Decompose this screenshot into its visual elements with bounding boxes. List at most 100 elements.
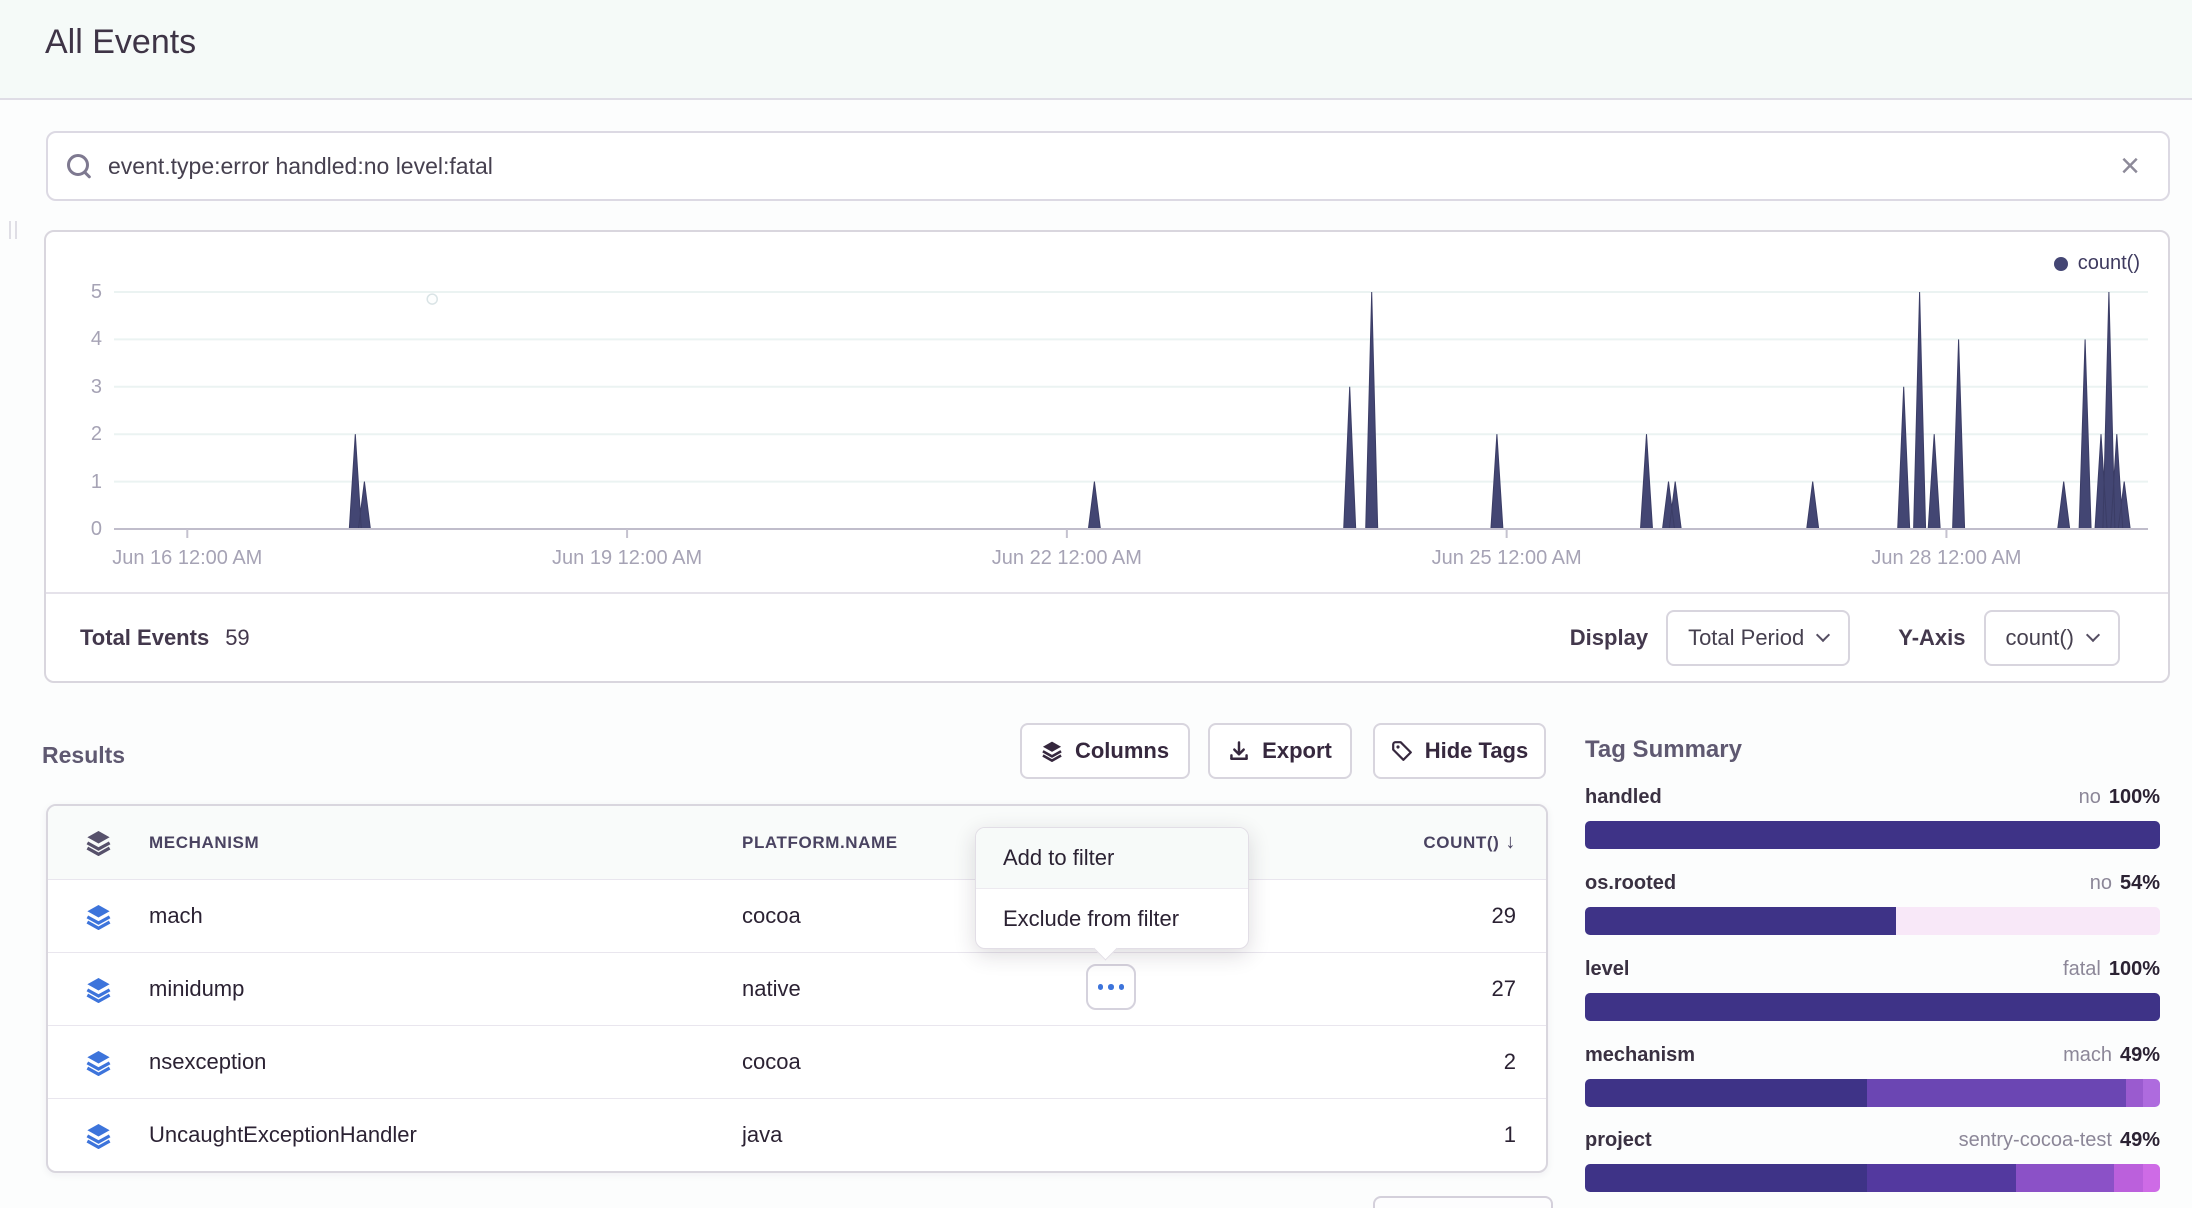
tag-bar-segment[interactable]: [1585, 993, 2160, 1021]
column-header-mechanism[interactable]: MECHANISM: [149, 833, 742, 853]
search-input[interactable]: event.type:error handled:no level:fatal: [108, 153, 2120, 180]
cell-count[interactable]: 1: [1242, 1122, 1546, 1148]
stack-icon: [48, 829, 149, 856]
cell-count[interactable]: 2: [1242, 1049, 1546, 1075]
page-title: All Events: [45, 22, 196, 62]
stack-icon: [1041, 740, 1063, 762]
cell-mechanism[interactable]: mach: [149, 903, 742, 929]
tag-bar-segment[interactable]: [1585, 1079, 1867, 1107]
cell-mechanism[interactable]: UncaughtExceptionHandler: [149, 1122, 742, 1148]
tag-bar-segment[interactable]: [1585, 907, 1896, 935]
chevron-down-icon: [1816, 627, 1830, 641]
tag-bar-segment[interactable]: [1585, 1164, 1867, 1192]
export-button[interactable]: Export: [1208, 723, 1352, 779]
menu-item-exclude-from-filter[interactable]: Exclude from filter: [976, 888, 1248, 948]
sort-desc-icon: ↓: [1505, 831, 1516, 853]
ellipsis-icon: [1098, 984, 1104, 990]
tag-item-project: project sentry-cocoa-test49%: [1585, 1129, 2160, 1192]
tag-bar-segment[interactable]: [1896, 907, 2161, 935]
table-row: UncaughtExceptionHandlerjava1: [48, 1098, 1546, 1171]
cell-platform[interactable]: cocoa: [742, 1049, 1242, 1075]
context-menu-items: Add to filterExclude from filter: [976, 828, 1248, 948]
tag-distribution-bar[interactable]: [1585, 1079, 2160, 1107]
table-row: nsexceptioncocoa2: [48, 1025, 1546, 1098]
tag-bar-segment[interactable]: [2114, 1164, 2143, 1192]
cell-platform[interactable]: native: [742, 976, 1242, 1002]
tag-bar-segment[interactable]: [2143, 1079, 2160, 1107]
yaxis-dropdown[interactable]: count(): [1984, 610, 2120, 666]
tag-top-value: fatal100%: [2063, 958, 2160, 981]
event-stack-icon[interactable]: [48, 1122, 149, 1149]
tag-distribution-bar[interactable]: [1585, 907, 2160, 935]
event-stack-icon[interactable]: [48, 976, 149, 1003]
clear-search-icon[interactable]: ×: [2120, 149, 2140, 183]
yaxis-dropdown-value: count(): [2006, 625, 2074, 651]
x-tick-label: Jun 25 12:00 AM: [1387, 547, 1627, 570]
table-row: minidumpnative27: [48, 952, 1546, 1025]
tag-distribution-bar[interactable]: [1585, 993, 2160, 1021]
columns-button-label: Columns: [1075, 738, 1169, 764]
tag-bar-segment[interactable]: [1585, 821, 2160, 849]
tag-name: project: [1585, 1129, 1652, 1152]
event-stack-icon[interactable]: [48, 1049, 149, 1076]
pagination-cutoff[interactable]: [1373, 1196, 1553, 1208]
tag-item-level: level fatal100%: [1585, 958, 2160, 1021]
results-heading: Results: [42, 742, 125, 769]
tag-name: level: [1585, 958, 1629, 981]
display-dropdown-value: Total Period: [1688, 625, 1804, 651]
tag-top-value: no100%: [2079, 786, 2160, 809]
hide-tags-button[interactable]: Hide Tags: [1373, 723, 1546, 779]
cell-context-menu: Add to filterExclude from filter: [975, 827, 1249, 949]
tag-bar-segment[interactable]: [2016, 1164, 2114, 1192]
tag-bar-segment[interactable]: [2126, 1079, 2143, 1107]
cell-count[interactable]: 27: [1242, 976, 1546, 1002]
menu-item-add-to-filter[interactable]: Add to filter: [976, 828, 1248, 888]
yaxis-label: Y-Axis: [1898, 625, 1965, 651]
tag-bar-segment[interactable]: [2143, 1164, 2160, 1192]
columns-button[interactable]: Columns: [1020, 723, 1190, 779]
tag-item-os.rooted: os.rooted no54%: [1585, 872, 2160, 935]
tag-name: handled: [1585, 786, 1662, 809]
cell-mechanism[interactable]: minidump: [149, 976, 742, 1002]
legend-dot-icon: [2054, 257, 2068, 271]
legend-label: count(): [2078, 252, 2140, 275]
chart-legend[interactable]: count(): [2054, 252, 2140, 275]
events-chart[interactable]: [114, 282, 2148, 542]
drag-handle-icon: [9, 221, 17, 239]
search-bar[interactable]: event.type:error handled:no level:fatal …: [46, 131, 2170, 201]
tag-icon: [1391, 740, 1413, 762]
cell-mechanism[interactable]: nsexception: [149, 1049, 742, 1075]
chevron-down-icon: [2086, 627, 2100, 641]
x-tick-label: Jun 19 12:00 AM: [507, 547, 747, 570]
tag-bar-segment[interactable]: [1867, 1079, 2126, 1107]
tag-distribution-bar[interactable]: [1585, 821, 2160, 849]
tag-name: os.rooted: [1585, 872, 1676, 895]
y-tick-label: 5: [54, 280, 102, 304]
tag-top-value: sentry-cocoa-test49%: [1959, 1129, 2160, 1152]
tag-bar-segment[interactable]: [1867, 1164, 2017, 1192]
top-header-bar: All Events: [0, 0, 2192, 100]
total-events: Total Events 59: [80, 625, 250, 651]
tag-top-value: no54%: [2090, 872, 2160, 895]
display-dropdown[interactable]: Total Period: [1666, 610, 1850, 666]
cell-actions-button[interactable]: [1086, 964, 1136, 1010]
column-header-count[interactable]: COUNT()↓: [1242, 831, 1546, 854]
cell-count[interactable]: 29: [1242, 903, 1546, 929]
tag-distribution-bar[interactable]: [1585, 1164, 2160, 1192]
x-tick-label: Jun 28 12:00 AM: [1826, 547, 2066, 570]
tag-item-handled: handled no100%: [1585, 786, 2160, 849]
y-tick-label: 1: [54, 470, 102, 494]
chart-footer: Total Events 59 Display Total Period Y-A…: [46, 592, 2168, 681]
event-stack-icon[interactable]: [48, 903, 149, 930]
cell-platform[interactable]: java: [742, 1122, 1242, 1148]
tag-summary-heading: Tag Summary: [1585, 736, 2160, 764]
display-label: Display: [1570, 625, 1648, 651]
y-tick-label: 0: [54, 517, 102, 541]
table-header-row: MECHANISMPLATFORM.NAMECOUNT()↓: [48, 806, 1546, 879]
export-button-label: Export: [1262, 738, 1332, 764]
tag-item-mechanism: mechanismmach49%: [1585, 1044, 2160, 1107]
tag-name: mechanism: [1585, 1044, 1695, 1067]
all-events-screen: All Events event.type:error handled:no l…: [0, 0, 2192, 1208]
x-tick-label: Jun 16 12:00 AM: [67, 547, 307, 570]
x-tick-label: Jun 22 12:00 AM: [947, 547, 1187, 570]
